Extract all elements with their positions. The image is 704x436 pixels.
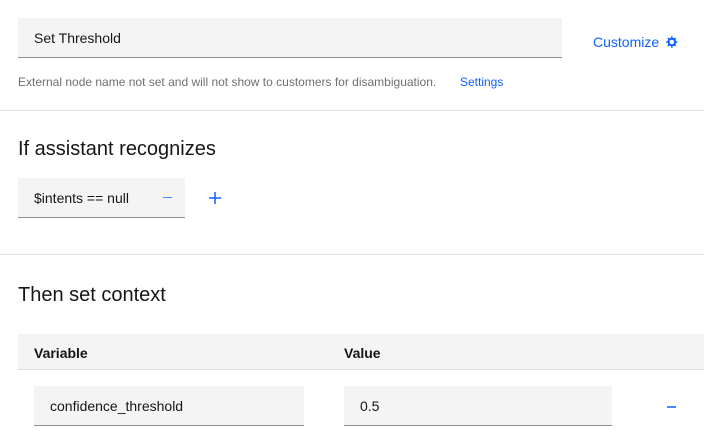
helper-text: External node name not set and will not …: [18, 75, 437, 89]
context-variable-input[interactable]: confidence_threshold: [34, 386, 304, 426]
customize-button[interactable]: Customize: [593, 33, 680, 51]
condition-chip[interactable]: $intents == null: [18, 178, 185, 218]
minus-icon: [162, 196, 172, 199]
column-header-value: Value: [344, 345, 381, 361]
condition-text[interactable]: $intents == null: [18, 190, 149, 206]
node-name-input[interactable]: Set Threshold: [18, 18, 562, 58]
add-condition-button[interactable]: [206, 189, 224, 207]
column-header-variable: Variable: [34, 345, 88, 361]
remove-context-row-button[interactable]: [660, 396, 682, 418]
context-value-input[interactable]: 0.5: [344, 386, 612, 426]
settings-link[interactable]: Settings: [460, 75, 503, 89]
section-divider: [0, 254, 704, 255]
context-title: Then set context: [18, 284, 166, 306]
gear-icon: [664, 34, 680, 50]
dialog-node-editor: Set Threshold Customize External node na…: [0, 0, 704, 436]
remove-condition-button[interactable]: [149, 178, 185, 218]
section-divider: [0, 110, 704, 111]
context-table-header: Variable Value: [18, 334, 704, 370]
plus-icon: [209, 192, 221, 204]
minus-icon: [666, 406, 676, 408]
customize-label: Customize: [593, 34, 660, 50]
conditions-title: If assistant recognizes: [18, 138, 216, 160]
